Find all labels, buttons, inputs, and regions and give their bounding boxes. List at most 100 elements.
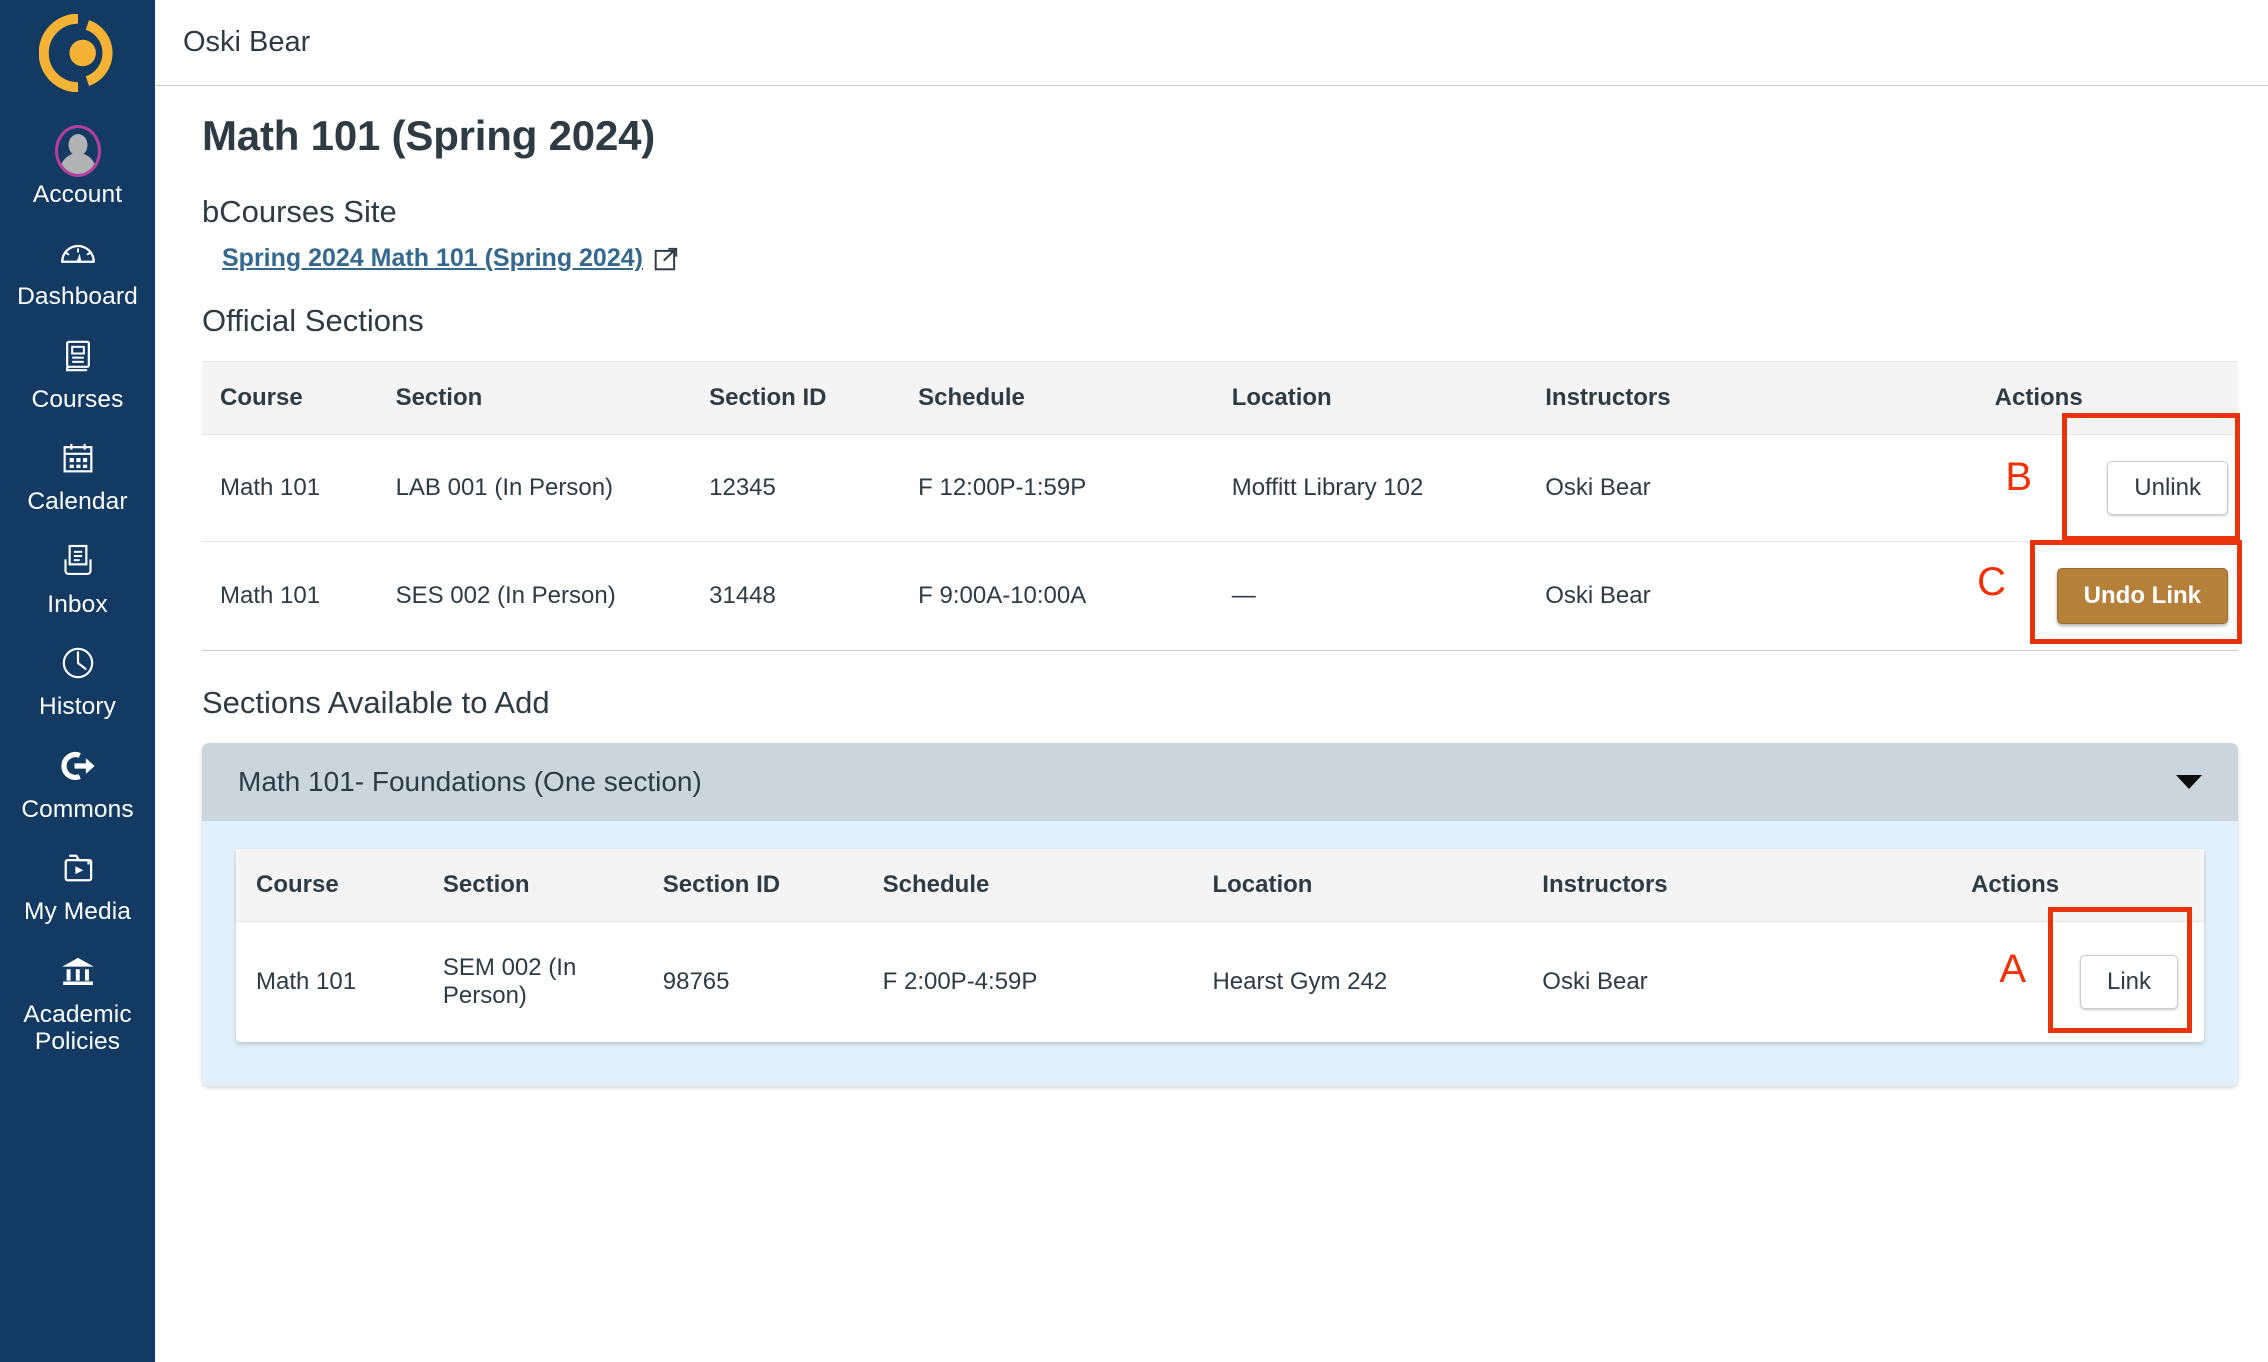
annotation-letter-c: C: [1977, 560, 2006, 604]
media-folder-play-icon: [55, 845, 101, 891]
column-header-location: Location: [1192, 849, 1523, 922]
cell-schedule: F 12:00P-1:59P: [900, 434, 1214, 542]
sidebar-item-label: Calendar: [27, 488, 128, 516]
cell-section-id: 98765: [662, 967, 730, 995]
unlink-button[interactable]: Unlink: [2107, 461, 2228, 515]
table-body: Math 101 LAB 001 (In Person) 12345 F 12:…: [202, 413, 2242, 651]
arrow-right-circle-icon: [55, 743, 101, 789]
user-avatar-icon: [54, 125, 101, 177]
sidebar-item-dashboard[interactable]: Dashboard: [0, 220, 155, 322]
page-title: Math 101 (Spring 2024): [202, 112, 656, 159]
cell-course: Math 101: [202, 541, 378, 651]
cell-section: SES 002 (In Person): [377, 541, 692, 651]
table-head: Course Section Section ID Schedule Locat…: [202, 361, 2238, 435]
actions-cell: A Link: [1971, 906, 2192, 1033]
cell-section: SEM 002 (In Person): [442, 953, 577, 1009]
accordion-title: Math 101- Foundations (One section): [238, 766, 702, 797]
bcourses-site-heading: bCourses Site: [202, 194, 397, 229]
sidebar-item-label: Inbox: [47, 590, 108, 618]
column-header-instructors: Instructors: [1527, 361, 1977, 435]
bank-columns-icon: [55, 948, 101, 994]
cell-instructors: Oski Bear: [1527, 434, 1977, 542]
available-sections-table: Course Section Section ID Schedule Locat…: [236, 849, 2204, 1042]
sidebar-item-history[interactable]: History: [0, 630, 155, 732]
bcourses-site-link[interactable]: Spring 2024 Math 101 (Spring 2024): [222, 244, 643, 273]
gauge-icon: [55, 230, 101, 276]
cell-course: Math 101: [256, 967, 357, 995]
cell-actions: B Unlink: [1976, 413, 2240, 542]
column-header-actions: Actions: [1951, 849, 2204, 922]
inbox-icon: [55, 538, 101, 584]
sidebar-item-commons[interactable]: Commons: [0, 733, 155, 835]
calendar-icon: [55, 435, 101, 481]
table-row: Math 101 LAB 001 (In Person) 12345 F 12:…: [202, 413, 2240, 542]
clock-icon: [55, 640, 101, 686]
chevron-down-icon[interactable]: [2176, 775, 2202, 789]
bcourses-link-row: Spring 2024 Math 101 (Spring 2024): [202, 244, 2238, 273]
column-header-schedule: Schedule: [900, 361, 1214, 435]
sidebar-item-my-media[interactable]: My Media: [0, 835, 155, 937]
user-name-label: Oski Bear: [183, 26, 311, 58]
annotation-letter-b: B: [2005, 455, 2032, 499]
cell-instructors: Oski Bear: [1542, 967, 1648, 995]
available-sections-table-card: Course Section Section ID Schedule Locat…: [236, 849, 2204, 1042]
sidebar-item-account[interactable]: Account: [0, 118, 155, 220]
sidebar-item-label: My Media: [24, 898, 131, 926]
sidebar-item-label: History: [39, 693, 116, 721]
column-header-course: Course: [236, 849, 423, 922]
cell-actions: A Link: [1951, 906, 2204, 1042]
table-body: Math 101 SEM 002 (In Person) 98765 F 2:0…: [236, 906, 2204, 1042]
column-header-instructors: Instructors: [1522, 849, 1952, 922]
table-head: Course Section Section ID Schedule Locat…: [236, 849, 2204, 922]
sidebar-item-inbox[interactable]: Inbox: [0, 528, 155, 630]
column-header-course: Course: [202, 361, 378, 435]
sidebar-item-label: Commons: [21, 795, 134, 823]
cell-schedule: F 2:00P-4:59P: [882, 967, 1038, 995]
link-button[interactable]: Link: [2079, 954, 2178, 1009]
top-bar: Oski Bear: [155, 0, 2268, 86]
annotation-letter-a: A: [1999, 946, 2026, 991]
table-header-row: Course Section Section ID Schedule Locat…: [202, 361, 2238, 435]
column-header-section-id: Section ID: [642, 849, 863, 922]
column-header-section: Section: [377, 361, 692, 435]
book-icon: [55, 333, 101, 379]
table-header-row: Course Section Section ID Schedule Locat…: [236, 849, 2204, 922]
table-row: Math 101 SES 002 (In Person) 31448 F 9:0…: [202, 540, 2242, 651]
cell-location: Hearst Gym 242: [1212, 967, 1388, 995]
cell-schedule: F 9:00A-10:00A: [900, 541, 1214, 651]
official-sections-heading: Official Sections: [202, 303, 424, 338]
app-root: Account Dashboard Courses Calendar Inbox…: [0, 0, 2268, 1362]
actions-cell: C Undo Link: [1977, 540, 2242, 644]
sidebar-item-label: Dashboard: [17, 283, 138, 311]
accordion-body: Course Section Section ID Schedule Locat…: [202, 821, 2238, 1086]
sidebar-item-label: Courses: [31, 385, 124, 413]
column-header-section-id: Section ID: [691, 361, 901, 435]
column-header-section: Section: [422, 849, 643, 922]
accordion-header[interactable]: Math 101- Foundations (One section): [202, 743, 2238, 821]
column-header-schedule: Schedule: [862, 849, 1193, 922]
available-sections-accordion: Math 101- Foundations (One section) Cour…: [202, 743, 2238, 1086]
external-link-icon[interactable]: [653, 246, 679, 272]
table-row: Math 101 SEM 002 (In Person) 98765 F 2:0…: [236, 906, 2204, 1042]
cell-instructors: Oski Bear: [1527, 541, 1977, 651]
actions-cell: B Unlink: [1995, 413, 2240, 541]
cell-course: Math 101: [202, 434, 378, 542]
official-sections-table: Course Section Section ID Schedule Locat…: [202, 361, 2242, 651]
global-sidebar: Account Dashboard Courses Calendar Inbox…: [0, 0, 155, 1362]
undo-link-button[interactable]: Undo Link: [2056, 568, 2228, 624]
cell-section: LAB 001 (In Person): [377, 434, 692, 542]
cell-section-id: 31448: [691, 541, 901, 651]
column-header-location: Location: [1213, 361, 1528, 435]
sections-available-heading: Sections Available to Add: [202, 685, 550, 720]
sidebar-item-label: Account: [32, 181, 123, 208]
official-sections-table-wrap: Course Section Section ID Schedule Locat…: [202, 361, 2242, 651]
column-header-actions: Actions: [1976, 361, 2238, 435]
cell-location: Moffitt Library 102: [1213, 434, 1528, 542]
page-content: Math 101 (Spring 2024) bCourses Site Spr…: [155, 86, 2268, 1086]
sidebar-item-calendar[interactable]: Calendar: [0, 425, 155, 527]
canvas-logo-icon[interactable]: [38, 13, 117, 93]
sidebar-item-courses[interactable]: Courses: [0, 323, 155, 425]
main-region: Oski Bear Math 101 (Spring 2024) bCourse…: [155, 0, 2268, 1362]
sidebar-item-academic-policies[interactable]: Academic Policies: [0, 938, 155, 1068]
cell-actions: C Undo Link: [1976, 540, 2242, 651]
